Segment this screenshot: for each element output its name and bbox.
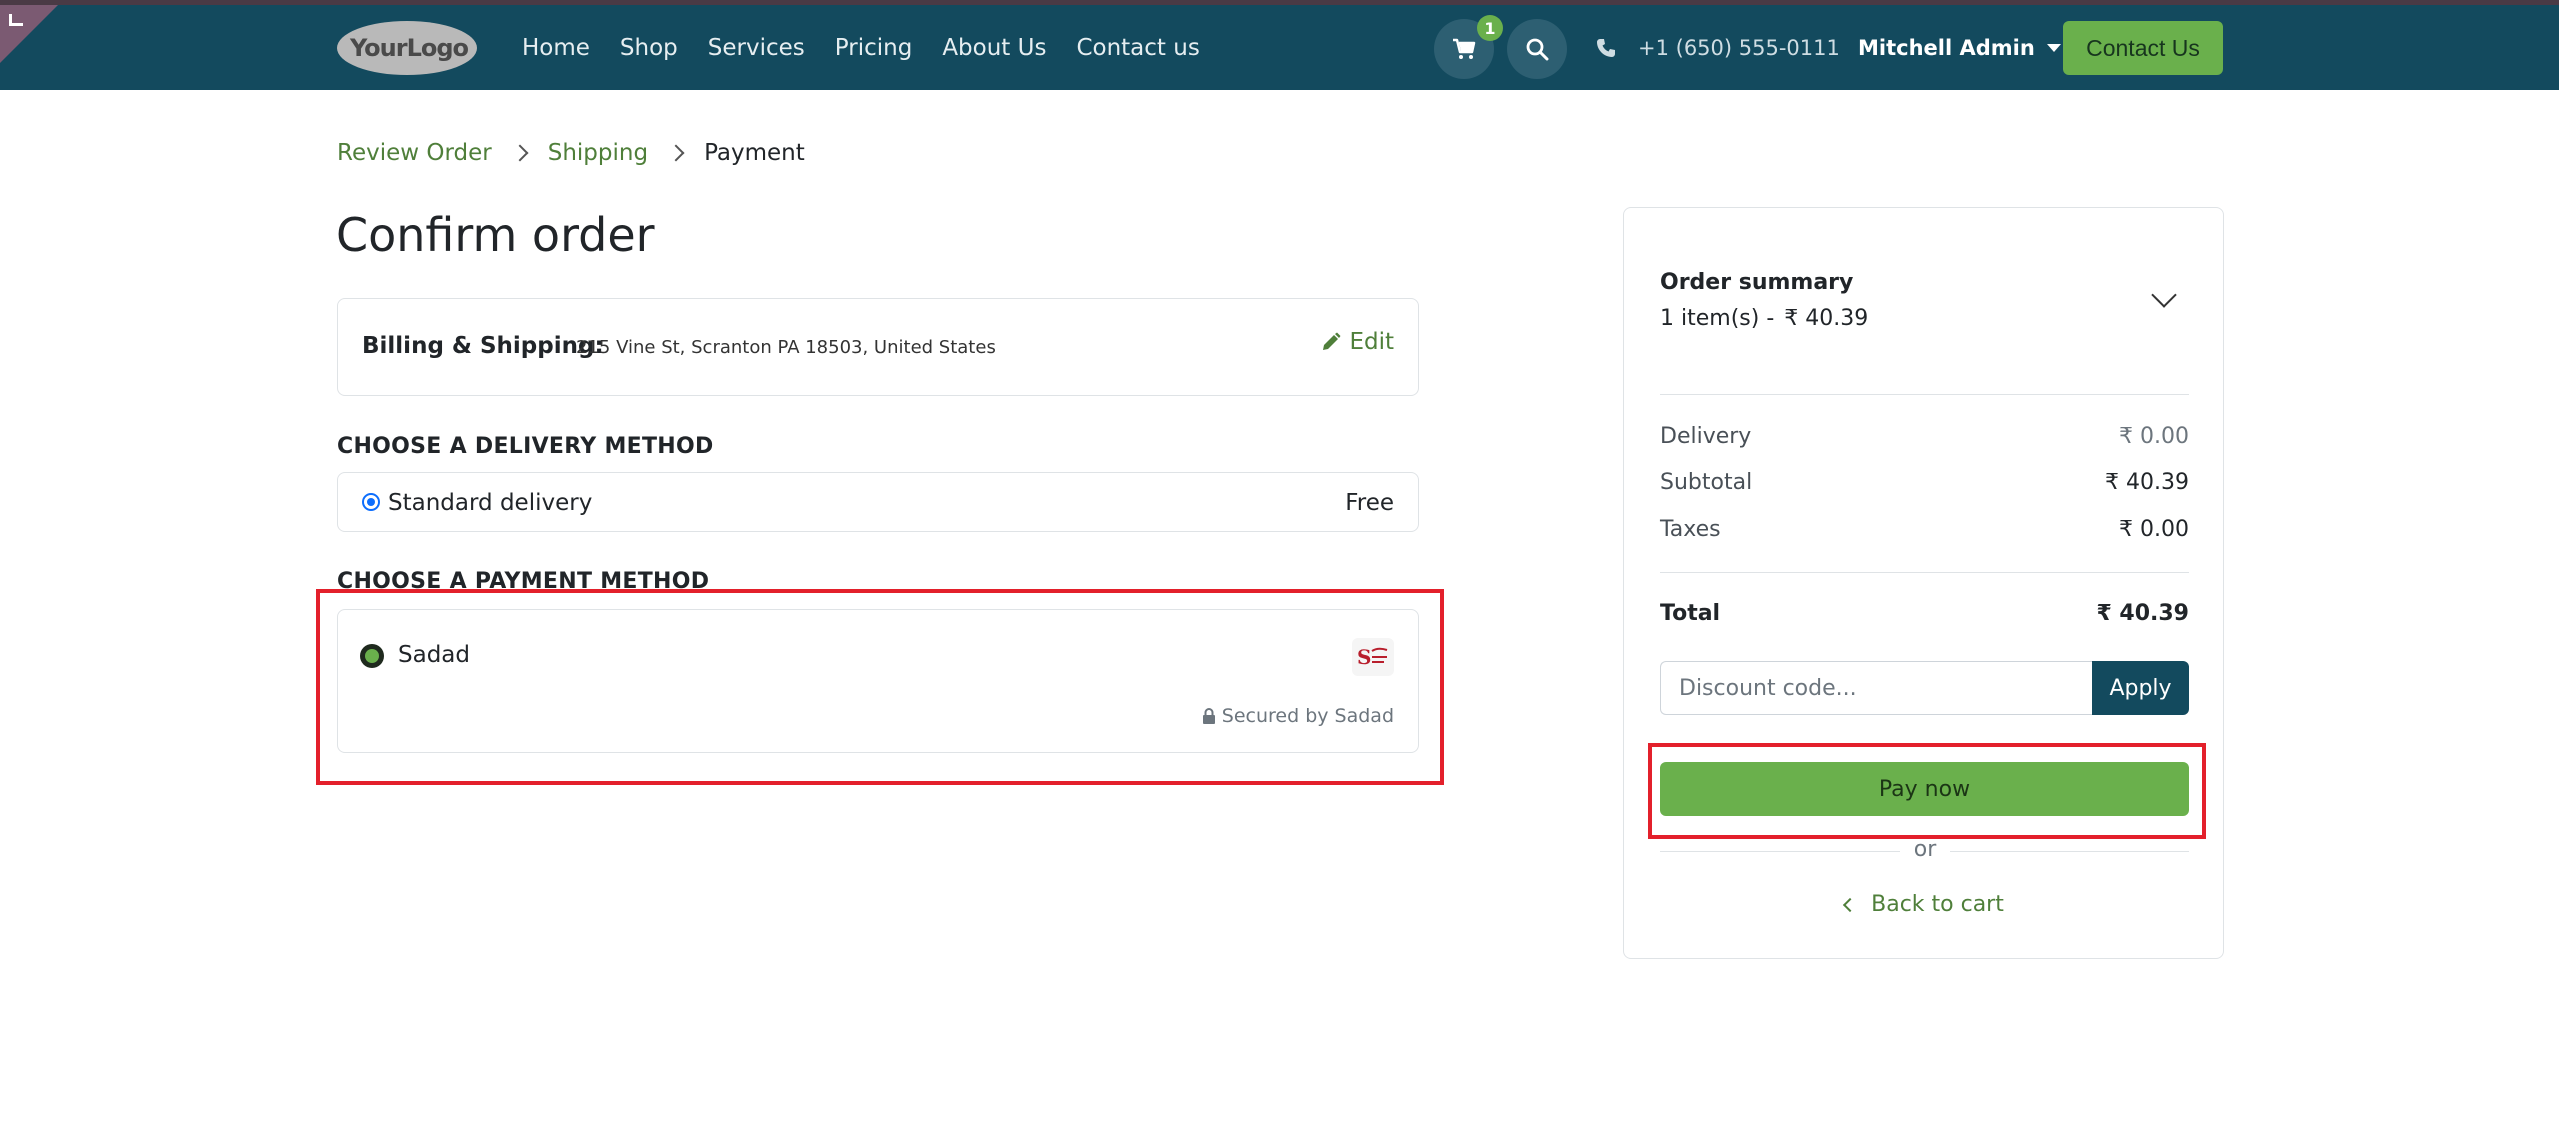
corner-icon bbox=[9, 14, 23, 26]
nav-home[interactable]: Home bbox=[522, 35, 590, 61]
delivery-radio[interactable] bbox=[362, 493, 380, 511]
chevron-left-icon bbox=[1843, 897, 1858, 912]
back-to-cart-label: Back to cart bbox=[1871, 892, 2004, 917]
delivery-price: Free bbox=[1345, 490, 1394, 516]
summary-row-label: Subtotal bbox=[1660, 470, 1753, 495]
pay-now-highlight-box bbox=[1648, 743, 2206, 839]
delivery-method-name: Standard delivery bbox=[388, 490, 593, 516]
search-button[interactable] bbox=[1507, 19, 1567, 79]
summary-row-label: Taxes bbox=[1660, 517, 1721, 542]
nav-about-us[interactable]: About Us bbox=[942, 35, 1046, 61]
pencil-icon bbox=[1323, 332, 1341, 350]
billing-shipping-card: Billing & Shipping: 215 Vine St, Scranto… bbox=[337, 298, 1419, 396]
items-total: ₹ 40.39 bbox=[1784, 306, 1869, 331]
summary-divider bbox=[1660, 394, 2189, 395]
discount-code-input[interactable] bbox=[1660, 661, 2092, 715]
apply-discount-button[interactable]: Apply bbox=[2092, 661, 2189, 715]
order-summary-card: Order summary 1 item(s) - ₹ 40.39 Delive… bbox=[1623, 207, 2224, 959]
user-menu[interactable]: Mitchell Admin bbox=[1858, 5, 2061, 90]
nav-pricing[interactable]: Pricing bbox=[835, 35, 913, 61]
summary-row-value: ₹ 0.00 bbox=[2119, 424, 2189, 449]
billing-address: 215 Vine St, Scranton PA 18503, United S… bbox=[576, 337, 996, 358]
or-text: or bbox=[1900, 837, 1950, 862]
nav-contact-us[interactable]: Contact us bbox=[1076, 35, 1199, 61]
breadcrumb-review-order[interactable]: Review Order bbox=[337, 140, 492, 166]
breadcrumb-payment: Payment bbox=[704, 140, 805, 166]
billing-label: Billing & Shipping: bbox=[362, 333, 604, 359]
caret-down-icon bbox=[2046, 43, 2061, 52]
edit-address-link[interactable]: Edit bbox=[1321, 329, 1394, 355]
chevron-down-icon[interactable] bbox=[2151, 282, 2177, 308]
summary-row-value: ₹ 0.00 bbox=[2119, 517, 2189, 542]
summary-row-label: Delivery bbox=[1660, 424, 1752, 449]
total-label: Total bbox=[1660, 601, 1721, 626]
chevron-right-icon bbox=[511, 144, 529, 162]
user-name: Mitchell Admin bbox=[1858, 35, 2035, 60]
payment-highlight-box bbox=[316, 589, 1444, 785]
edit-label: Edit bbox=[1349, 329, 1394, 355]
summary-row-delivery: Delivery ₹ 0.00 bbox=[1660, 424, 2189, 449]
summary-row-taxes: Taxes ₹ 0.00 bbox=[1660, 517, 2189, 542]
header-contact-button[interactable]: Contact Us bbox=[2063, 21, 2223, 75]
summary-row-total: Total ₹ 40.39 bbox=[1660, 601, 2189, 626]
summary-row-subtotal: Subtotal ₹ 40.39 bbox=[1660, 470, 2189, 495]
back-to-cart-link[interactable]: Back to cart bbox=[1624, 892, 2225, 917]
nav-services[interactable]: Services bbox=[708, 35, 805, 61]
delivery-option-standard[interactable]: Standard delivery Free bbox=[337, 472, 1419, 532]
phone-number: +1 (650) 555-0111 bbox=[1638, 35, 1840, 60]
delivery-method-heading: CHOOSE A DELIVERY METHOD bbox=[337, 434, 714, 459]
site-header: YourLogo Home Shop Services Pricing Abou… bbox=[0, 5, 2559, 90]
cart-icon bbox=[1453, 38, 1476, 59]
breadcrumb: Review Order Shipping Payment bbox=[337, 140, 805, 166]
search-icon bbox=[1526, 38, 1549, 61]
discount-form: Apply bbox=[1660, 661, 2189, 715]
order-summary-items: 1 item(s) - ₹ 40.39 bbox=[1660, 306, 1868, 331]
page-title: Confirm order bbox=[336, 208, 655, 262]
logo-text: YourLogo bbox=[349, 34, 469, 62]
phone-icon bbox=[1597, 38, 1615, 57]
total-value: ₹ 40.39 bbox=[2096, 601, 2189, 626]
phone-contact[interactable]: +1 (650) 555-0111 bbox=[1596, 5, 1840, 90]
breadcrumb-shipping[interactable]: Shipping bbox=[548, 140, 648, 166]
cart-count-badge: 1 bbox=[1477, 15, 1503, 41]
chevron-right-icon bbox=[667, 144, 685, 162]
summary-divider bbox=[1660, 572, 2189, 573]
summary-row-value: ₹ 40.39 bbox=[2105, 470, 2189, 495]
main-nav: Home Shop Services Pricing About Us Cont… bbox=[522, 5, 1200, 90]
items-count: 1 item(s) - bbox=[1660, 306, 1775, 331]
nav-shop[interactable]: Shop bbox=[620, 35, 678, 61]
logo[interactable]: YourLogo bbox=[336, 19, 478, 77]
order-summary-title: Order summary bbox=[1660, 270, 1854, 295]
